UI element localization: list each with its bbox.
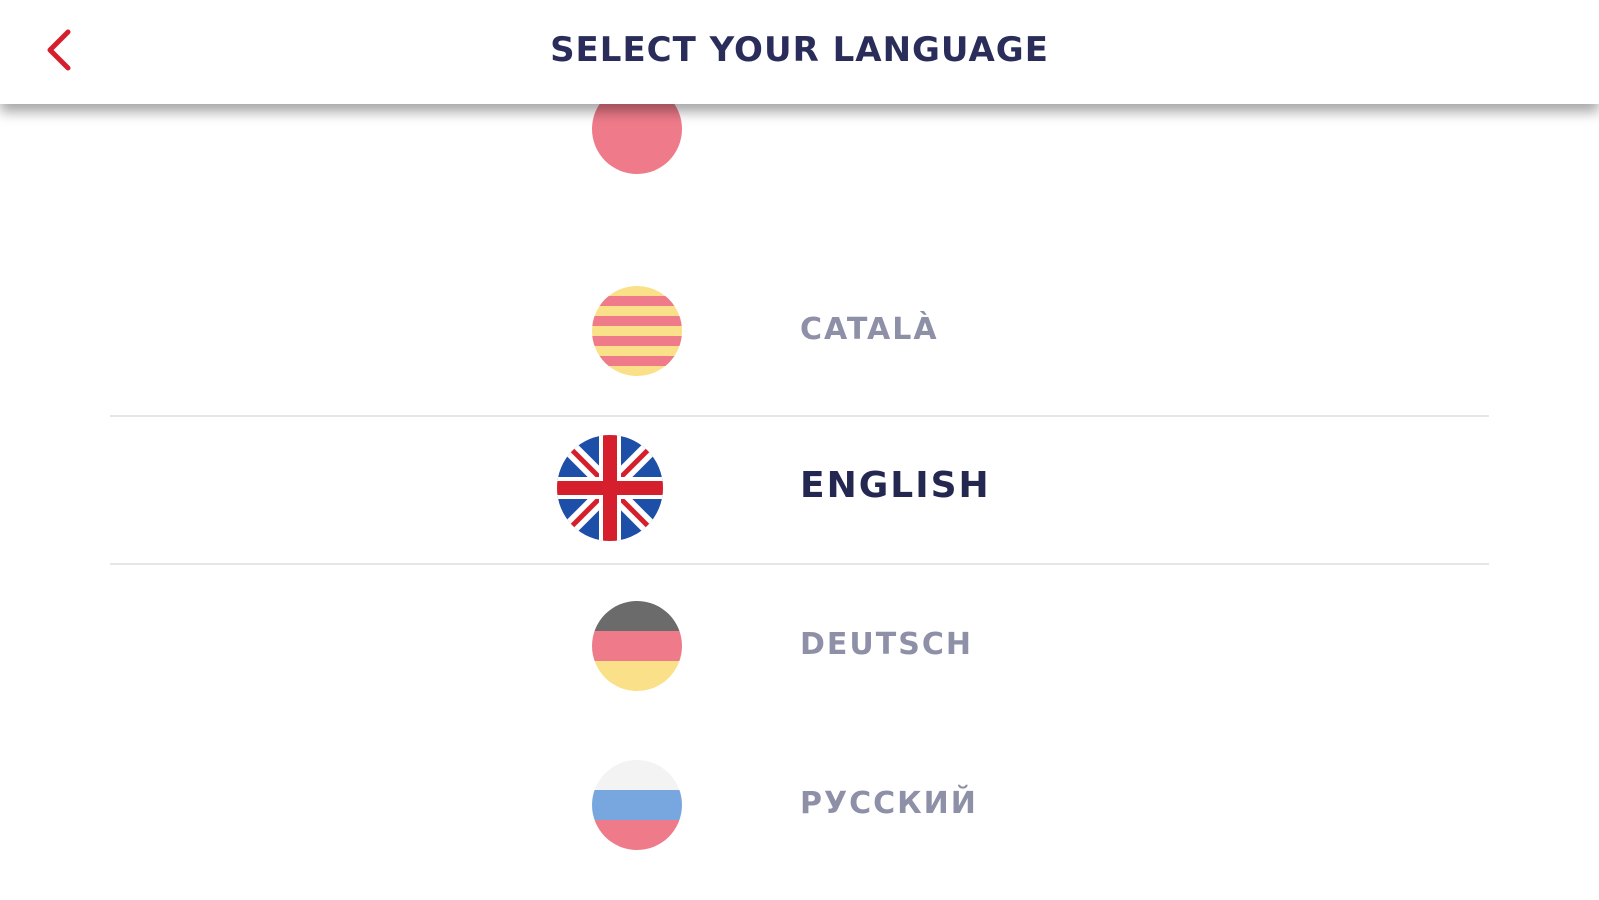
uk-flag-icon [557, 435, 663, 541]
russian-flag-icon [592, 760, 682, 850]
divider [110, 563, 1489, 565]
language-item-deutsch[interactable]: DEUTSCH [0, 569, 1599, 719]
catalan-flag-icon [592, 286, 682, 376]
language-label: CATALÀ [800, 312, 939, 347]
partial-flag-icon [592, 104, 682, 174]
language-item-catala[interactable]: CATALÀ [0, 256, 1599, 406]
language-select-screen: SELECT YOUR LANGUAGE CATALÀ ENGLISH DEUT… [0, 0, 1599, 900]
language-item-russian[interactable]: РУССКИЙ [0, 728, 1599, 878]
header-bar: SELECT YOUR LANGUAGE [0, 0, 1599, 104]
language-label: DEUTSCH [800, 627, 973, 662]
german-flag-icon [592, 601, 682, 691]
language-label: ENGLISH [800, 465, 991, 506]
language-item-partial[interactable] [0, 104, 1599, 184]
language-list[interactable]: CATALÀ ENGLISH DEUTSCH РУССКИЙ [0, 104, 1599, 900]
language-label: РУССКИЙ [800, 786, 978, 821]
language-item-english[interactable]: ENGLISH [0, 415, 1599, 565]
page-title: SELECT YOUR LANGUAGE [550, 30, 1049, 70]
